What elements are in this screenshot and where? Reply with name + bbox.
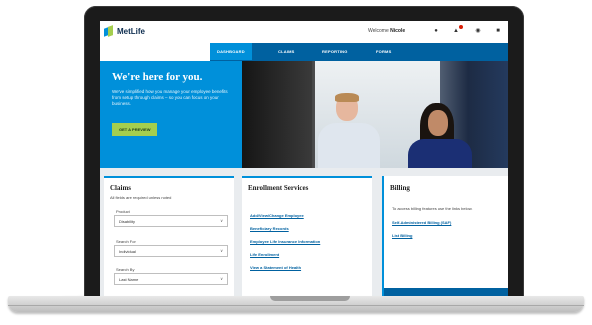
get-preview-button[interactable]: GET A PREVIEW [112, 123, 158, 136]
billing-title: Billing [390, 184, 410, 192]
enrollment-title: Enrollment Services [248, 184, 309, 192]
tab-dashboard[interactable]: DASHBOARD [210, 43, 252, 60]
enrollment-card: Enrollment Services Add/View/Change Empl… [242, 176, 372, 298]
hero-banner: We're here for you. We've simplified how… [100, 61, 508, 168]
claims-card: Claims All fields are required unless no… [104, 176, 234, 298]
search-by-value: Last Name [119, 277, 139, 282]
search-for-select[interactable]: Individual ∨ [114, 245, 228, 257]
user-name: Nicole [390, 28, 406, 34]
user-icon[interactable]: ● [433, 28, 439, 35]
alert-icon[interactable]: ▲ [453, 28, 459, 35]
claims-note: All fields are required unless noted [110, 195, 172, 200]
tab-claims[interactable]: CLAIMS [278, 49, 295, 54]
enrollment-link[interactable]: Employee Life Insurance Information [250, 239, 320, 244]
laptop-base-edge [8, 305, 584, 306]
chevron-down-icon: ∨ [220, 248, 223, 253]
welcome-prefix: Welcome [368, 28, 389, 34]
claims-title: Claims [110, 184, 131, 192]
product-select[interactable]: Disability ∨ [114, 215, 228, 227]
billing-link[interactable]: Self-Administered Billing (SAF) [392, 220, 451, 225]
hero-person-woman [400, 103, 500, 168]
laptop-notch [270, 296, 350, 301]
lock-icon[interactable]: ■ [495, 28, 501, 35]
tab-reporting[interactable]: REPORTING [322, 49, 348, 54]
enrollment-link[interactable]: Beneficiary Records [250, 226, 289, 231]
welcome-text: Welcome Nicole [368, 28, 405, 34]
billing-note: To access billing features use the links… [392, 206, 473, 211]
hero-subtitle: We've simplified how you manage your emp… [112, 89, 228, 106]
enrollment-link[interactable]: View a Statement of Health [250, 265, 301, 270]
nav-bar: DASHBOARD CLAIMS REPORTING FORMS [210, 43, 508, 61]
notification-badge [459, 25, 463, 29]
dashboard-cards: Claims All fields are required unless no… [100, 168, 508, 298]
enrollment-link[interactable]: Add/View/Change Employee [250, 213, 304, 218]
tab-forms[interactable]: FORMS [376, 49, 391, 54]
search-by-label: Search By [116, 267, 135, 272]
metlife-logo-icon [104, 25, 114, 37]
product-value: Disability [119, 219, 136, 224]
laptop-base [8, 296, 584, 312]
chevron-down-icon: ∨ [220, 218, 223, 223]
laptop-screen: MetLife Welcome Nicole ● ▲ ◉ ■ DASHBOARD… [100, 21, 508, 298]
billing-card: Billing To access billing features use t… [384, 176, 508, 298]
logo[interactable]: MetLife [104, 25, 145, 37]
hero-person-man [318, 93, 384, 168]
hero-title: We're here for you. [112, 71, 203, 83]
top-bar: MetLife Welcome Nicole ● ▲ ◉ ■ [100, 21, 508, 44]
hero-photo-shadow [242, 61, 312, 168]
main-nav: DASHBOARD CLAIMS REPORTING FORMS [100, 43, 508, 61]
product-label: Product [116, 209, 130, 214]
enrollment-link[interactable]: Life Enrollment [250, 252, 279, 257]
search-for-label: Search For [116, 239, 136, 244]
search-by-select[interactable]: Last Name ∨ [114, 273, 228, 285]
chevron-down-icon: ∨ [220, 276, 223, 281]
search-for-value: Individual [119, 249, 136, 254]
logo-text: MetLife [117, 26, 145, 36]
chat-icon[interactable]: ◉ [475, 28, 481, 35]
billing-link[interactable]: List Billing [392, 233, 412, 238]
